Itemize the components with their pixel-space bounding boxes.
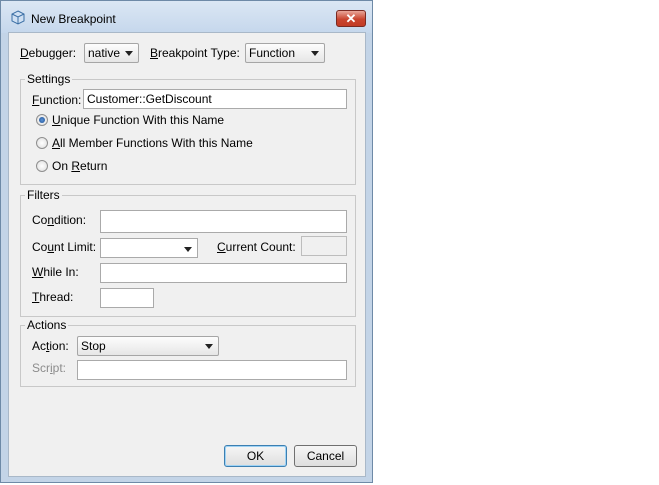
breakpoint-type-value: Function xyxy=(249,46,296,60)
title-bar[interactable]: New Breakpoint ✕ xyxy=(1,1,372,33)
settings-group: Settings Function: Customer::GetDiscount… xyxy=(20,72,356,185)
condition-field[interactable] xyxy=(100,210,347,233)
close-button[interactable]: ✕ xyxy=(336,10,366,27)
radio-button[interactable] xyxy=(36,114,48,126)
window-title: New Breakpoint xyxy=(31,12,116,26)
debugger-select[interactable]: native xyxy=(84,43,139,63)
debugger-label: Debugger: xyxy=(20,46,77,60)
condition-label: Condition: xyxy=(32,213,87,227)
count-limit-label: Count Limit: xyxy=(32,240,97,254)
filters-group: Filters Condition: Count Limit: Current … xyxy=(20,188,356,317)
ok-button[interactable]: OK xyxy=(224,445,287,467)
new-breakpoint-dialog: New Breakpoint ✕ Debugger: native Breakp… xyxy=(0,0,373,483)
while-in-label: While In: xyxy=(32,265,79,279)
chevron-down-icon xyxy=(205,344,213,349)
dialog-content: Debugger: native Breakpoint Type: Functi… xyxy=(8,32,366,477)
settings-group-title: Settings xyxy=(25,72,73,86)
count-limit-select[interactable] xyxy=(100,238,198,258)
cancel-button[interactable]: Cancel xyxy=(294,445,357,467)
radio-label: On Return xyxy=(52,159,108,173)
radio-label: Unique Function With this Name xyxy=(52,113,225,127)
filters-group-title: Filters xyxy=(25,188,62,202)
actions-group: Actions Action: Stop Script: xyxy=(20,318,356,387)
radio-button[interactable] xyxy=(36,137,48,149)
chevron-down-icon xyxy=(184,247,192,252)
netbeans-cube-icon xyxy=(11,10,25,25)
debugger-value: native xyxy=(88,46,121,60)
action-value: Stop xyxy=(81,339,106,353)
thread-label: Thread: xyxy=(32,290,74,304)
function-field[interactable]: Customer::GetDiscount xyxy=(83,89,347,109)
radio-button[interactable] xyxy=(36,160,48,172)
function-value: Customer::GetDiscount xyxy=(87,92,212,106)
action-label: Action: xyxy=(32,339,69,353)
while-in-field[interactable] xyxy=(100,263,347,283)
function-label: Function: xyxy=(32,93,82,107)
action-select[interactable]: Stop xyxy=(77,336,219,356)
actions-group-title: Actions xyxy=(25,318,69,332)
radio-label: All Member Functions With this Name xyxy=(52,136,253,150)
close-icon: ✕ xyxy=(345,11,357,26)
thread-field[interactable] xyxy=(100,288,154,308)
script-label: Script: xyxy=(32,361,67,375)
current-count-field xyxy=(301,236,347,256)
breakpoint-type-label: Breakpoint Type: xyxy=(150,46,240,60)
breakpoint-type-select[interactable]: Function xyxy=(245,43,325,63)
chevron-down-icon xyxy=(311,51,319,56)
chevron-down-icon xyxy=(125,51,133,56)
script-field[interactable] xyxy=(77,360,347,380)
current-count-label: Current Count: xyxy=(217,240,296,254)
